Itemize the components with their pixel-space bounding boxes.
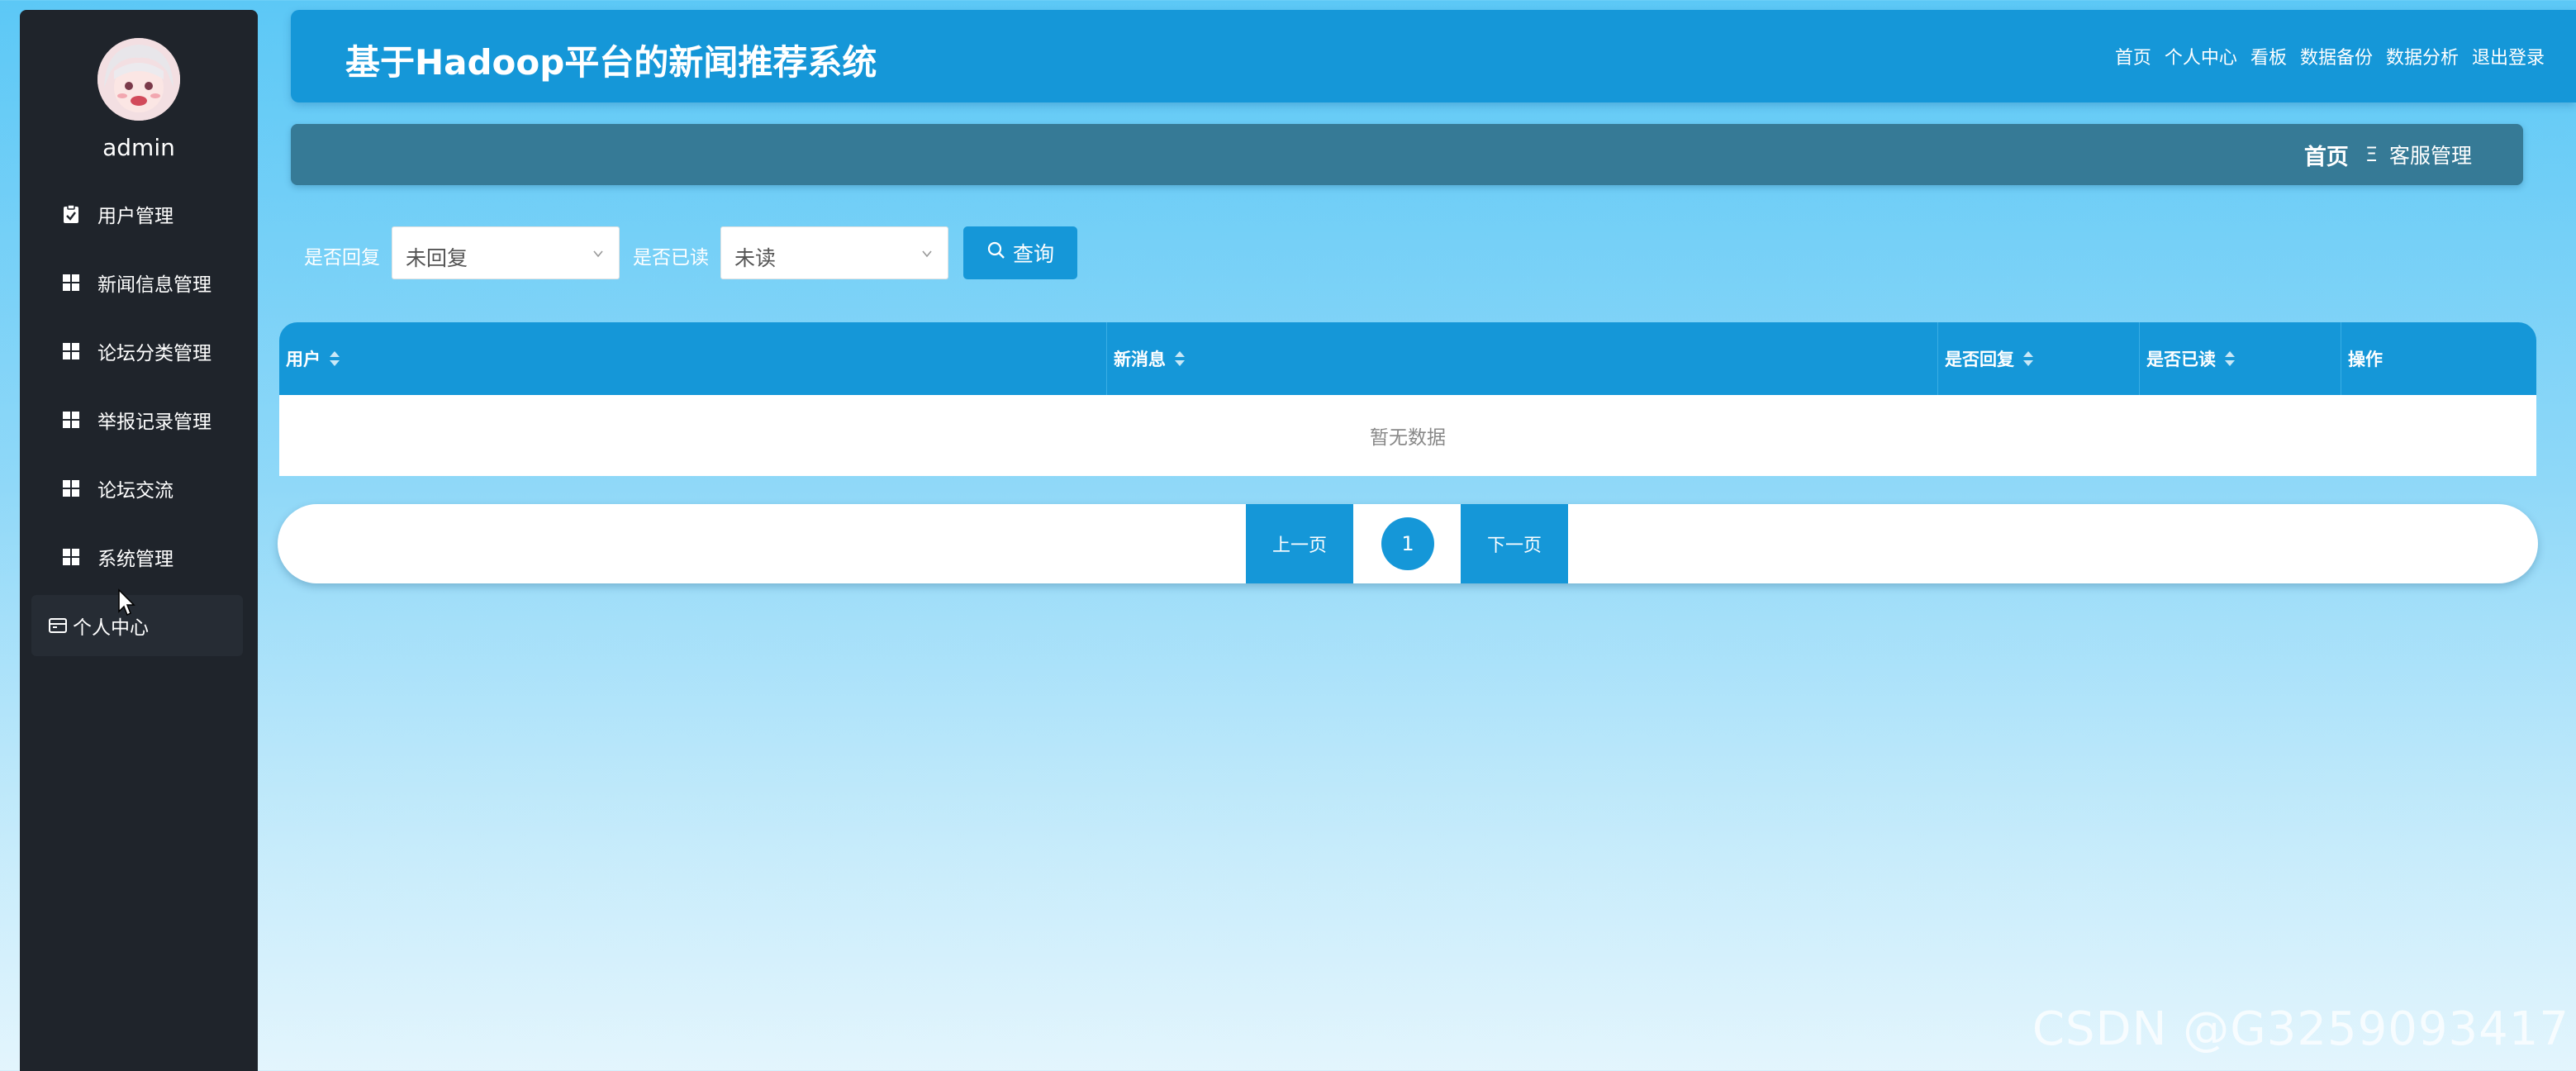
grid-icon [61,410,81,430]
next-page-button[interactable]: 下一页 [1461,504,1568,583]
column-header-user[interactable]: 用户 [279,322,1107,395]
sidebar-item-label: 举报记录管理 [97,412,211,433]
sidebar-item-label: 系统管理 [97,549,173,570]
sidebar-item-personal-center[interactable]: 个人中心 [31,595,243,656]
sidebar-item-label: 论坛分类管理 [97,343,211,364]
replied-filter-label: 是否回复 [304,247,380,269]
read-filter-label: 是否已读 [633,247,709,269]
sidebar-item-system-management[interactable]: 系统管理 [31,526,243,588]
sort-icon[interactable] [329,350,340,368]
customer-service-table: 用户 新消息 是否回复 是否已读 操作 暂无数据 [279,322,2536,476]
grid-icon [61,547,81,567]
grid-icon [61,341,81,361]
watermark: CSDN @G3259093417 [2032,1002,2569,1056]
read-select-value: 未读 [734,246,777,270]
site-title: 基于Hadoop平台的新闻推荐系统 [345,42,877,83]
sort-icon[interactable] [2224,350,2236,368]
page-number-current[interactable]: 1 [1381,517,1434,570]
chevron-down-icon [592,247,604,259]
clipboard-check-icon [61,204,81,224]
sidebar-item-news-management[interactable]: 新闻信息管理 [31,252,243,313]
breadcrumb-current: 客服管理 [2388,144,2472,168]
top-nav-data-backup[interactable]: 数据备份 [2300,43,2373,69]
username: admin [102,134,175,161]
top-nav: 首页 个人中心 看板 数据备份 数据分析 退出登录 [2115,43,2545,69]
top-header: 基于Hadoop平台的新闻推荐系统 首页 个人中心 看板 数据备份 数据分析 退… [291,10,2576,102]
read-select[interactable]: 未读 [720,226,948,279]
sidebar-item-label: 用户管理 [97,206,173,227]
sidebar-item-label: 新闻信息管理 [97,274,211,296]
top-nav-dashboard[interactable]: 看板 [2250,43,2287,69]
breadcrumb: 首页 Ξ 客服管理 [2304,124,2472,185]
sidebar-item-report-management[interactable]: 举报记录管理 [31,389,243,450]
sort-icon[interactable] [2022,350,2034,368]
breadcrumb-separator: Ξ [2365,143,2378,166]
avatar[interactable] [97,38,180,121]
column-header-actions: 操作 [2348,350,2383,369]
breadcrumb-home[interactable]: 首页 [2304,139,2349,171]
prev-page-button[interactable]: 上一页 [1246,504,1353,583]
sidebar-item-user-management[interactable]: 用户管理 [31,183,243,245]
top-nav-personal-center[interactable]: 个人中心 [2165,43,2237,69]
pagination: 上一页 1 下一页 [278,504,2538,583]
query-button[interactable]: 查询 [963,226,1077,279]
search-icon [986,240,1006,265]
grid-icon [61,478,81,498]
breadcrumb-bar: 首页 Ξ 客服管理 [291,124,2523,185]
sidebar-item-forum[interactable]: 论坛交流 [31,458,243,519]
sidebar-item-label: 论坛交流 [97,480,173,502]
table-header: 用户 新消息 是否回复 是否已读 操作 [279,322,2536,395]
top-nav-data-analysis[interactable]: 数据分析 [2386,43,2459,69]
wallet-icon [48,616,68,635]
replied-select[interactable]: 未回复 [392,226,620,279]
replied-select-value: 未回复 [406,246,468,270]
sidebar-item-label: 个人中心 [73,617,149,639]
grid-icon [61,273,81,293]
query-button-label: 查询 [1012,242,1054,266]
column-header-read[interactable]: 是否已读 [2140,322,2341,395]
top-nav-home[interactable]: 首页 [2115,43,2151,69]
top-nav-logout[interactable]: 退出登录 [2472,43,2545,69]
mouse-cursor-icon [117,588,137,618]
sidebar-item-forum-category-management[interactable]: 论坛分类管理 [31,321,243,382]
sort-icon[interactable] [1174,350,1186,368]
sidebar: admin 用户管理 新闻信息管理 论坛分类管理 举报记录管理 论坛交流 系统管… [20,10,258,1071]
table-empty-state: 暂无数据 [279,395,2536,476]
chevron-down-icon [921,247,933,259]
column-header-replied[interactable]: 是否回复 [1938,322,2140,395]
column-header-new-message[interactable]: 新消息 [1107,322,1938,395]
